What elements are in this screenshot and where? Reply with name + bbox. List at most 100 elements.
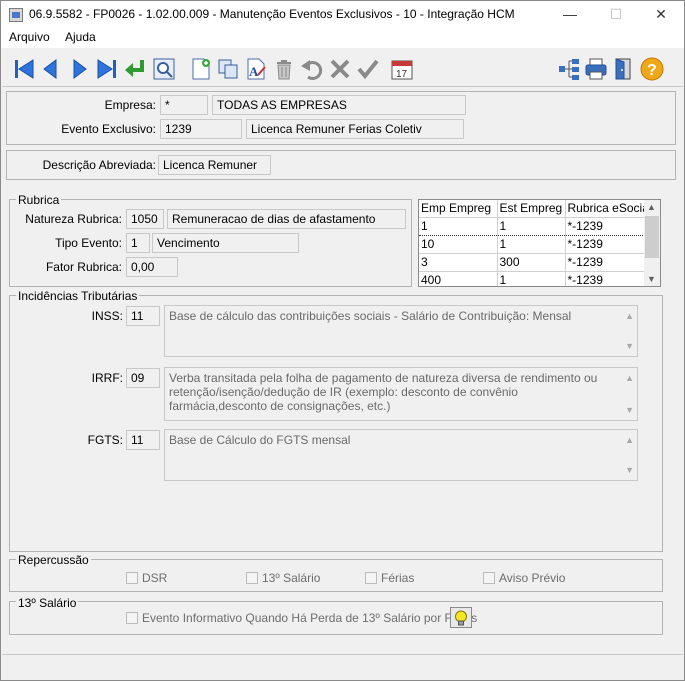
help-glyph: ? — [647, 62, 657, 79]
empresa-name-field: TODAS AS EMPRESAS — [212, 95, 466, 115]
grid-cell[interactable]: 10 — [419, 235, 498, 254]
edit-icon[interactable]: A — [244, 57, 268, 81]
grid-header-est[interactable]: Est Empreg — [497, 200, 566, 218]
scroll-up-icon: ▲ — [625, 311, 634, 321]
dsr-label: DSR — [142, 571, 168, 585]
tree-icon[interactable] — [557, 57, 581, 81]
help-icon[interactable]: ? — [640, 57, 664, 81]
scroll-up-icon: ▲ — [625, 373, 634, 383]
grid-scroll-thumb[interactable] — [645, 216, 659, 258]
irrf-code-field[interactable]: 09 — [126, 368, 160, 388]
close-button[interactable]: ✕ — [638, 1, 684, 28]
minimize-button[interactable]: — — [547, 1, 593, 28]
empresa-code-field[interactable]: * — [160, 95, 208, 115]
print-icon[interactable] — [584, 57, 608, 81]
scroll-down-icon[interactable]: ▼ — [647, 274, 656, 284]
grid-header-rubrica[interactable]: Rubrica eSocial — [565, 200, 646, 218]
inss-code-field[interactable]: 11 — [126, 306, 160, 326]
grid-scrollbar[interactable]: ▲ ▼ — [644, 200, 660, 286]
checkbox-box[interactable] — [246, 572, 258, 584]
grid-cell[interactable]: *-1239 — [565, 235, 646, 254]
calendar-icon[interactable]: 17 — [390, 57, 414, 81]
scroll-down-icon: ▼ — [625, 405, 634, 415]
new-icon[interactable] — [189, 57, 213, 81]
salario13-checkbox[interactable]: 13º Salário — [246, 571, 320, 585]
inss-desc-text: Base de cálculo das contribuições sociai… — [169, 309, 572, 323]
search-icon[interactable] — [152, 57, 176, 81]
cancel-icon[interactable] — [328, 57, 352, 81]
lightbulb-icon — [455, 610, 467, 625]
grid-cell[interactable]: 300 — [497, 253, 566, 272]
ferias-checkbox[interactable]: Férias — [365, 571, 414, 585]
grid-header-row: Emp Empreg Est Empreg Rubrica eSocial — [419, 200, 646, 218]
scroll-down-icon: ▼ — [625, 465, 634, 475]
tipo-label: Tipo Evento: — [55, 236, 122, 250]
grid-header-emp[interactable]: Emp Empreg — [419, 200, 498, 218]
return-icon[interactable] — [123, 57, 147, 81]
checkbox-box[interactable] — [126, 612, 138, 624]
grid-cell[interactable]: *-1239 — [565, 253, 646, 272]
checkbox-box[interactable] — [483, 572, 495, 584]
copy-icon[interactable] — [216, 57, 240, 81]
menu-bar: Arquivo Ajuda — [1, 28, 684, 48]
svg-text:A: A — [249, 64, 259, 79]
first-record-icon[interactable] — [12, 57, 36, 81]
grid-cell[interactable]: 3 — [419, 253, 498, 272]
grid-cell[interactable]: 1 — [497, 271, 566, 286]
dsr-checkbox[interactable]: DSR — [126, 571, 167, 585]
grid-row[interactable]: 3 300 *-1239 — [419, 253, 646, 272]
grid-cell[interactable]: 400 — [419, 271, 498, 286]
fator-label: Fator Rubrica: — [45, 260, 122, 274]
delete-icon[interactable] — [272, 57, 296, 81]
grid-row[interactable]: 400 1 *-1239 — [419, 271, 646, 286]
irrf-label: IRRF: — [91, 371, 123, 385]
grid-cell[interactable]: *-1239 — [565, 271, 646, 286]
exit-icon[interactable] — [612, 57, 636, 81]
grid-cell[interactable]: 1 — [497, 235, 566, 254]
toolbar: A 17 ? — [2, 49, 683, 87]
calendar-day: 17 — [396, 69, 408, 80]
empresa-grid[interactable]: Emp Empreg Est Empreg Rubrica eSocial 1 … — [418, 199, 661, 287]
repercussao-title: Repercussão — [16, 553, 91, 567]
incidencias-title: Incidências Tributárias — [16, 289, 140, 303]
evento-code-field[interactable]: 1239 — [160, 119, 242, 139]
fgts-desc-text: Base de Cálculo do FGTS mensal — [169, 433, 351, 447]
menu-arquivo[interactable]: Arquivo — [9, 30, 50, 44]
menu-ajuda[interactable]: Ajuda — [65, 30, 96, 44]
evento-label: Evento Exclusivo: — [61, 122, 156, 136]
scroll-up-icon: ▲ — [625, 435, 634, 445]
checkbox-box[interactable] — [126, 572, 138, 584]
natureza-desc-field: Remuneracao de dias de afastamento — [167, 209, 406, 229]
grid-row[interactable]: 10 1 *-1239 — [419, 235, 646, 254]
inss-desc-area: Base de cálculo das contribuições sociai… — [164, 305, 638, 357]
tipo-code-field[interactable]: 1 — [126, 233, 150, 253]
aviso-checkbox[interactable]: Aviso Prévio — [483, 571, 565, 585]
evento-informativo-checkbox[interactable]: Evento Informativo Quando Há Perda de 13… — [126, 611, 477, 625]
maximize-button[interactable]: ☐ — [593, 1, 639, 28]
grid-cell[interactable]: 1 — [419, 216, 498, 236]
descricao-label: Descrição Abreviada: — [42, 158, 156, 172]
next-record-icon[interactable] — [67, 57, 91, 81]
grid-cell[interactable]: 1 — [497, 216, 566, 236]
rubrica-title: Rubrica — [16, 193, 62, 207]
fator-field[interactable]: 0,00 — [126, 257, 178, 277]
undo-icon[interactable] — [300, 57, 324, 81]
fgts-desc-area: Base de Cálculo do FGTS mensal ▲ ▼ — [164, 429, 638, 481]
grid-cell[interactable]: *-1239 — [565, 216, 646, 236]
aviso-label: Aviso Prévio — [499, 571, 566, 585]
previous-record-icon[interactable] — [39, 57, 63, 81]
ferias-label: Férias — [381, 571, 415, 585]
fgts-code-field[interactable]: 11 — [126, 430, 160, 450]
last-record-icon[interactable] — [95, 57, 119, 81]
confirm-icon[interactable] — [356, 57, 380, 81]
checkbox-box[interactable] — [365, 572, 377, 584]
natureza-label: Natureza Rubrica: — [25, 212, 122, 226]
lightbulb-button[interactable] — [450, 607, 472, 628]
tipo-desc-field: Vencimento — [152, 233, 299, 253]
app-window: 06.9.5582 - FP0026 - 1.02.00.009 - Manut… — [0, 0, 685, 681]
scroll-up-icon[interactable]: ▲ — [647, 202, 656, 212]
inss-label: INSS: — [91, 309, 123, 323]
descricao-field[interactable]: Licenca Remuner — [158, 155, 271, 175]
natureza-code-field[interactable]: 1050 — [126, 209, 164, 229]
grid-row[interactable]: 1 1 *-1239 — [419, 216, 646, 236]
